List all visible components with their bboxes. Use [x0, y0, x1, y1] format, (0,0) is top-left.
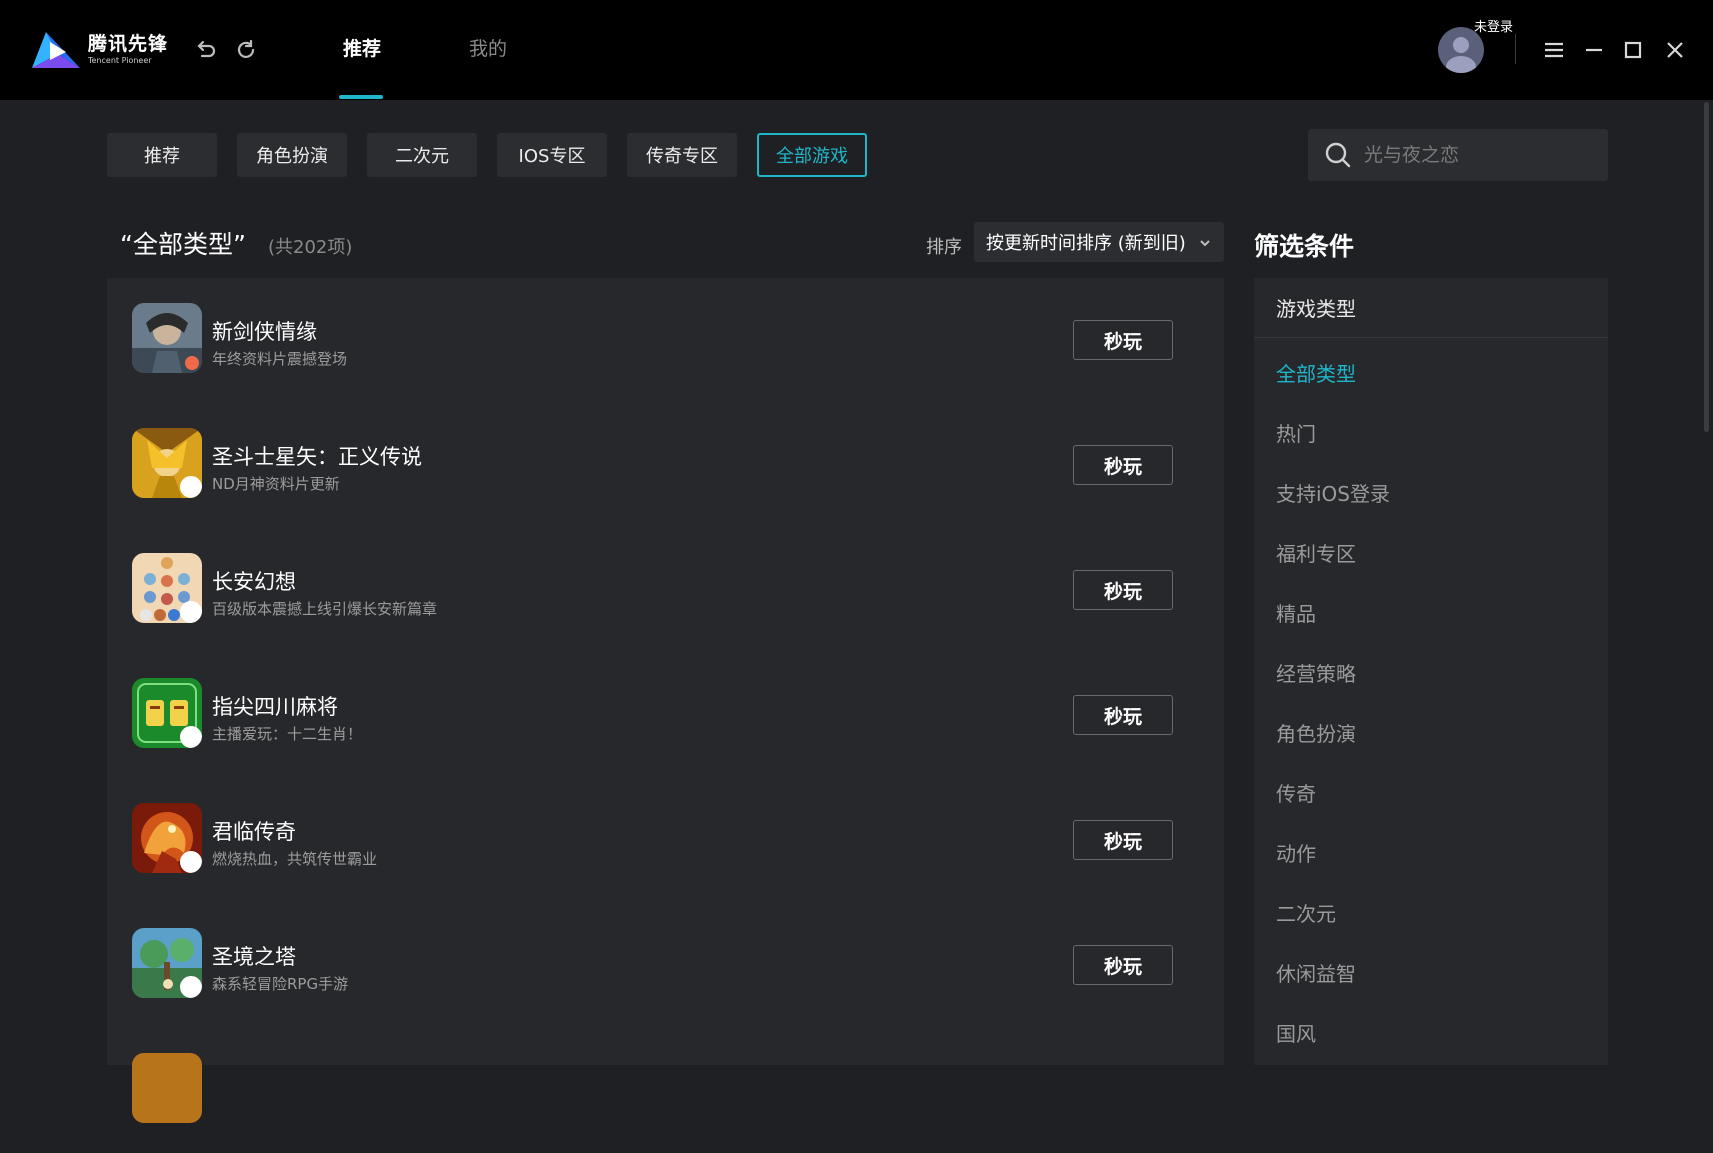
game-desc: 主播爱玩：十二生肖！	[212, 725, 363, 743]
active-tab-indicator	[339, 95, 383, 99]
platform-badge	[180, 851, 202, 873]
minimize-icon[interactable]	[1582, 38, 1606, 62]
filter-item-rpg[interactable]: 角色扮演	[1276, 718, 1356, 747]
logo-icon	[28, 28, 84, 72]
category-chip-rpg[interactable]: 角色扮演	[237, 133, 347, 177]
game-row[interactable]: 指尖四川麻将 主播爱玩：十二生肖！ 秒玩	[107, 653, 1224, 778]
filter-item-ios-login[interactable]: 支持iOS登录	[1276, 478, 1390, 507]
search-icon	[1324, 141, 1352, 169]
filter-item-guofeng[interactable]: 国风	[1276, 1018, 1316, 1047]
game-row[interactable]: 长安幻想 百级版本震撼上线引爆长安新篇章 秒玩	[107, 528, 1224, 653]
game-icon-warrior	[132, 303, 202, 373]
game-icon-dragon	[132, 803, 202, 873]
login-status[interactable]: 未登录	[1474, 16, 1513, 35]
filter-item-hot[interactable]: 热门	[1276, 418, 1316, 447]
game-name: 长安幻想	[212, 570, 296, 594]
search-box[interactable]	[1308, 129, 1608, 181]
game-row[interactable]: 圣境之塔 森系轻冒险RPG手游 秒玩	[107, 903, 1224, 1028]
filter-panel: 游戏类型 全部类型 热门 支持iOS登录 福利专区 精品 经营策略 角色扮演 传…	[1254, 278, 1608, 1065]
game-icon-partial	[132, 1053, 202, 1123]
filter-item-action[interactable]: 动作	[1276, 838, 1316, 867]
category-chip-recommend[interactable]: 推荐	[107, 133, 217, 177]
game-icon-mahjong	[132, 678, 202, 748]
filter-title: 筛选条件	[1254, 232, 1355, 261]
platform-badge	[180, 726, 202, 748]
platform-badge	[180, 976, 202, 998]
category-chip-anime[interactable]: 二次元	[367, 133, 477, 177]
game-icon-forest	[132, 928, 202, 998]
play-button[interactable]: 秒玩	[1073, 570, 1173, 610]
category-chip-ios[interactable]: IOS专区	[497, 133, 607, 177]
game-desc: 百级版本震撼上线引爆长安新篇章	[212, 600, 438, 618]
menu-icon[interactable]	[1542, 38, 1566, 62]
search-input[interactable]	[1364, 144, 1584, 166]
play-button[interactable]: 秒玩	[1073, 820, 1173, 860]
filter-item-premium[interactable]: 精品	[1276, 598, 1316, 627]
game-icon-saint	[132, 428, 202, 498]
platform-badge	[180, 476, 202, 498]
game-desc: 燃烧热血，共筑传世霸业	[212, 850, 378, 868]
sort-label: 排序	[926, 237, 962, 258]
tab-mine[interactable]: 我的	[469, 34, 507, 61]
game-row[interactable]: 圣斗士星矢：正义传说 ND月神资料片更新 秒玩	[107, 403, 1224, 528]
game-name: 指尖四川麻将	[212, 695, 338, 719]
game-row[interactable]: 君临传奇 燃烧热血，共筑传世霸业 秒玩	[107, 778, 1224, 903]
filter-item-all[interactable]: 全部类型	[1276, 358, 1356, 387]
maximize-icon[interactable]	[1621, 38, 1645, 62]
sort-value: 按更新时间排序 (新到旧)	[986, 233, 1186, 254]
sort-dropdown[interactable]: 按更新时间排序 (新到旧)	[974, 222, 1224, 262]
page-scrollbar[interactable]	[1704, 102, 1709, 432]
game-desc: ND月神资料片更新	[212, 475, 340, 493]
filter-item-welfare[interactable]: 福利专区	[1276, 538, 1356, 567]
logo-cn-text: 腾讯先锋	[88, 33, 169, 55]
game-name: 圣斗士星矢：正义传说	[212, 445, 422, 469]
play-button[interactable]: 秒玩	[1073, 945, 1173, 985]
game-desc: 年终资料片震撼登场	[212, 350, 348, 368]
play-button[interactable]: 秒玩	[1073, 445, 1173, 485]
back-icon[interactable]	[194, 38, 218, 62]
chevron-down-icon	[1198, 234, 1212, 248]
game-name: 新剑侠情缘	[212, 320, 317, 344]
play-button[interactable]: 秒玩	[1073, 695, 1173, 735]
tab-recommend[interactable]: 推荐	[343, 34, 381, 61]
list-title: “全部类型”	[120, 230, 246, 259]
category-chip-all-games[interactable]: 全部游戏	[757, 133, 867, 177]
platform-badge	[180, 601, 202, 623]
filter-item-casual[interactable]: 休闲益智	[1276, 958, 1356, 987]
game-row-partial[interactable]	[107, 1028, 1224, 1153]
game-desc: 森系轻冒险RPG手游	[212, 975, 349, 993]
game-list: 新剑侠情缘 年终资料片震撼登场 秒玩 圣斗士星矢：正义传说 ND月神资料片更新 …	[107, 278, 1224, 1123]
refresh-icon[interactable]	[234, 38, 258, 62]
titlebar-divider	[1515, 34, 1516, 64]
filter-section-head: 游戏类型	[1254, 278, 1608, 338]
category-chip-legend[interactable]: 传奇专区	[627, 133, 737, 177]
game-name: 圣境之塔	[212, 945, 296, 969]
filter-item-legend[interactable]: 传奇	[1276, 778, 1316, 807]
filter-item-anime[interactable]: 二次元	[1276, 898, 1336, 927]
app-logo[interactable]: 腾讯先锋 Tencent Pioneer	[28, 28, 168, 72]
game-row[interactable]: 新剑侠情缘 年终资料片震撼登场 秒玩	[107, 278, 1224, 403]
filter-item-strategy[interactable]: 经营策略	[1276, 658, 1356, 687]
game-icon-chibi	[132, 553, 202, 623]
game-name: 君临传奇	[212, 820, 296, 844]
user-avatar[interactable]	[1438, 27, 1484, 73]
logo-en-text: Tencent Pioneer	[88, 56, 152, 65]
play-button[interactable]: 秒玩	[1073, 320, 1173, 360]
close-icon[interactable]	[1663, 38, 1687, 62]
list-count: (共202项)	[268, 237, 353, 258]
title-bar: 腾讯先锋 Tencent Pioneer 推荐 我的 未登录	[0, 0, 1713, 100]
